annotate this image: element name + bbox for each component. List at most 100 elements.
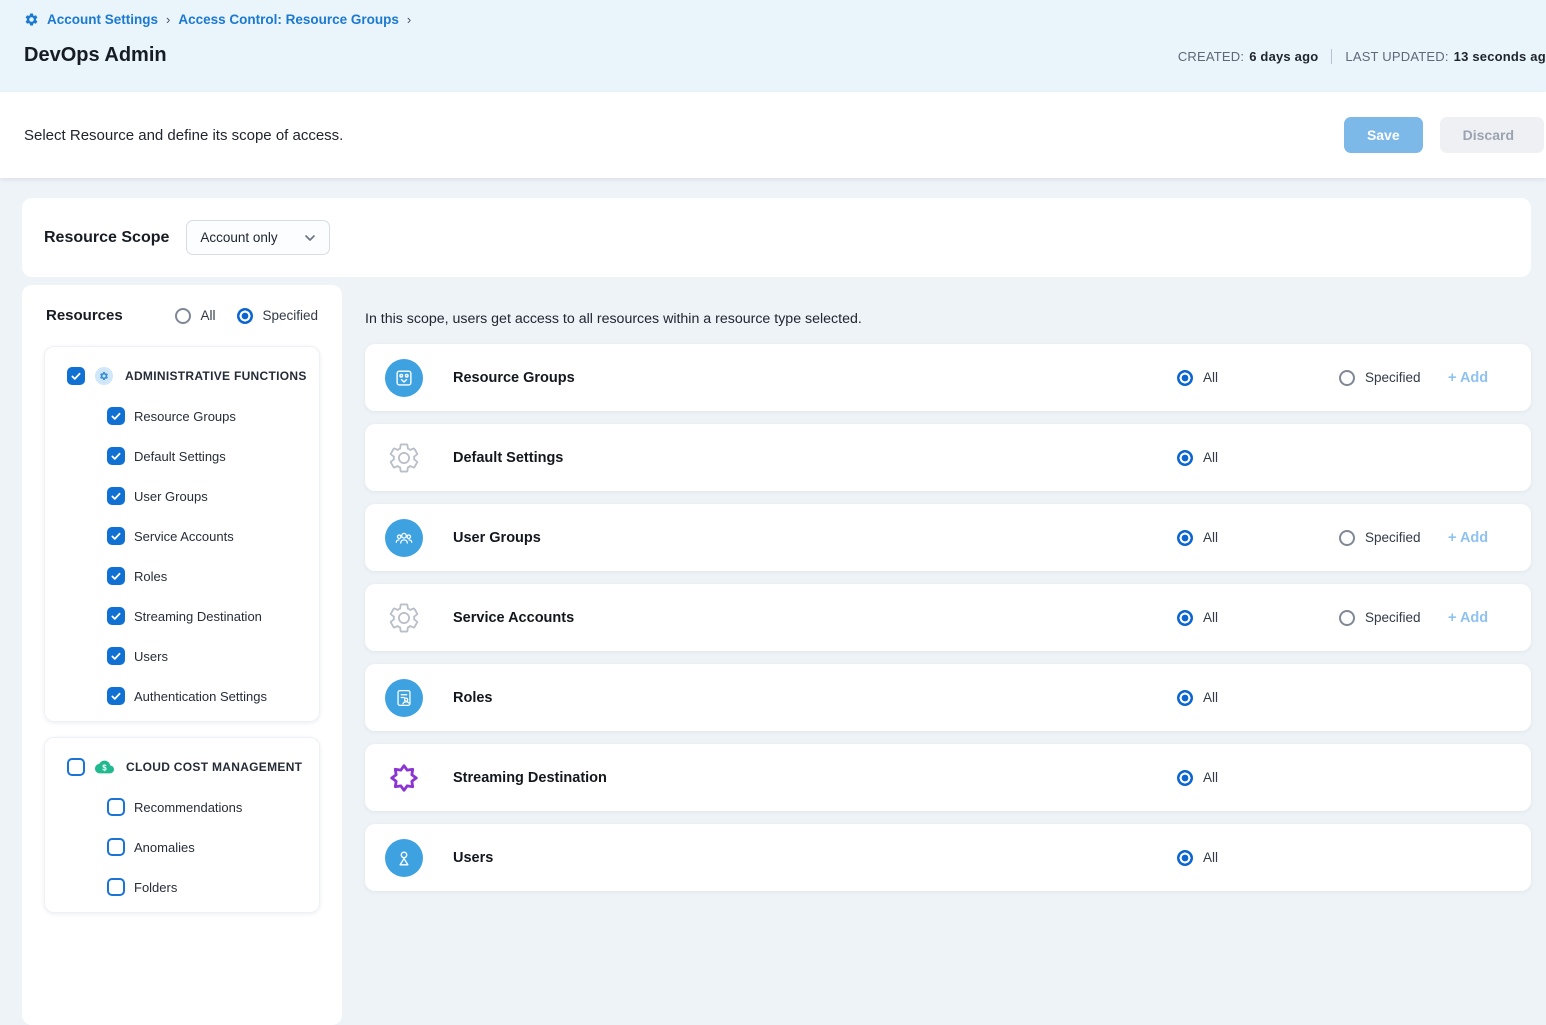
list-item: Default Settings bbox=[45, 447, 319, 465]
discard-button[interactable]: Discard bbox=[1440, 117, 1544, 153]
admin-gear-icon bbox=[95, 367, 113, 385]
group-label: CLOUD COST MANAGEMENT bbox=[126, 760, 302, 774]
chevron-down-icon bbox=[304, 232, 316, 244]
item-label[interactable]: Authentication Settings bbox=[134, 689, 267, 704]
radio-all-label[interactable]: All bbox=[200, 308, 215, 323]
item-checkbox[interactable] bbox=[107, 567, 125, 585]
breadcrumb: Account Settings › Access Control: Resou… bbox=[24, 12, 1522, 27]
resource-row-roles: Roles All bbox=[365, 664, 1531, 731]
radio-all[interactable] bbox=[1177, 690, 1193, 706]
item-checkbox[interactable] bbox=[107, 487, 125, 505]
radio-all[interactable] bbox=[1177, 850, 1193, 866]
item-label[interactable]: Anomalies bbox=[134, 840, 195, 855]
group-administrative-functions: ADMINISTRATIVE FUNCTIONS Resource Groups… bbox=[44, 346, 320, 722]
item-checkbox[interactable] bbox=[107, 407, 125, 425]
item-checkbox[interactable] bbox=[107, 878, 125, 896]
svg-text:$: $ bbox=[102, 764, 107, 773]
add-button[interactable]: + Add bbox=[1448, 530, 1488, 546]
list-item: User Groups bbox=[45, 487, 319, 505]
radio-all-label[interactable]: All bbox=[1203, 610, 1218, 625]
breadcrumb-separator: › bbox=[407, 12, 411, 27]
resources-radio-all[interactable]: All bbox=[175, 308, 215, 324]
group-cloud-cost-management: $ CLOUD COST MANAGEMENT Recommendations … bbox=[44, 737, 320, 913]
item-label[interactable]: Service Accounts bbox=[134, 529, 234, 544]
radio-all[interactable] bbox=[1177, 450, 1193, 466]
breadcrumb-separator: › bbox=[166, 12, 170, 27]
radio-all[interactable] bbox=[1177, 610, 1193, 626]
radio-specified-label[interactable]: Specified bbox=[1365, 530, 1421, 545]
resource-row-streaming-destination: Streaming Destination All bbox=[365, 744, 1531, 811]
streaming-destination-icon bbox=[385, 759, 423, 797]
scope-detail-panel: In this scope, users get access to all r… bbox=[365, 285, 1531, 904]
list-item: Anomalies bbox=[45, 838, 319, 856]
gear-icon bbox=[24, 12, 39, 27]
radio-specified[interactable] bbox=[1339, 370, 1355, 386]
radio-all-label[interactable]: All bbox=[1203, 530, 1218, 545]
toolbar: Select Resource and define its scope of … bbox=[0, 92, 1546, 178]
item-label[interactable]: Streaming Destination bbox=[134, 609, 262, 624]
resource-row-name: Resource Groups bbox=[453, 370, 575, 386]
item-checkbox[interactable] bbox=[107, 607, 125, 625]
resource-row-default-settings: Default Settings All bbox=[365, 424, 1531, 491]
radio-all-label[interactable]: All bbox=[1203, 850, 1218, 865]
page-title: DevOps Admin bbox=[24, 44, 167, 67]
radio-all-label[interactable]: All bbox=[1203, 370, 1218, 385]
created-label: CREATED: bbox=[1178, 49, 1244, 64]
user-icon bbox=[385, 839, 423, 877]
item-checkbox[interactable] bbox=[107, 838, 125, 856]
save-button[interactable]: Save bbox=[1344, 117, 1423, 153]
resource-row-name: Roles bbox=[453, 690, 493, 706]
list-item: Service Accounts bbox=[45, 527, 319, 545]
breadcrumb-link-access-control[interactable]: Access Control: Resource Groups bbox=[178, 12, 399, 27]
resources-radio-specified[interactable]: Specified bbox=[237, 308, 318, 324]
resource-scope-selected-value: Account only bbox=[200, 230, 277, 245]
item-label[interactable]: Roles bbox=[134, 569, 167, 584]
radio-all[interactable] bbox=[1177, 530, 1193, 546]
radio-specified-label[interactable]: Specified bbox=[1365, 370, 1421, 385]
group-label: ADMINISTRATIVE FUNCTIONS bbox=[125, 369, 307, 383]
item-label[interactable]: User Groups bbox=[134, 489, 208, 504]
list-item: Roles bbox=[45, 567, 319, 585]
group-checkbox[interactable] bbox=[67, 367, 85, 385]
breadcrumb-link-account-settings[interactable]: Account Settings bbox=[47, 12, 158, 27]
item-checkbox[interactable] bbox=[107, 527, 125, 545]
radio-specified[interactable] bbox=[1339, 530, 1355, 546]
radio-all[interactable] bbox=[1177, 370, 1193, 386]
radio-all[interactable] bbox=[1177, 770, 1193, 786]
radio-all-label[interactable]: All bbox=[1203, 690, 1218, 705]
item-label[interactable]: Recommendations bbox=[134, 800, 242, 815]
radio-specified[interactable] bbox=[237, 308, 253, 324]
item-checkbox[interactable] bbox=[107, 687, 125, 705]
item-checkbox[interactable] bbox=[107, 647, 125, 665]
user-groups-icon bbox=[385, 519, 423, 557]
resource-row-name: Streaming Destination bbox=[453, 770, 607, 786]
created-value: 6 days ago bbox=[1249, 49, 1318, 64]
item-label[interactable]: Users bbox=[134, 649, 168, 664]
item-checkbox[interactable] bbox=[107, 798, 125, 816]
group-checkbox[interactable] bbox=[67, 758, 85, 776]
item-label[interactable]: Folders bbox=[134, 880, 177, 895]
list-item: Folders bbox=[45, 878, 319, 896]
radio-all-label[interactable]: All bbox=[1203, 450, 1218, 465]
list-item: Users bbox=[45, 647, 319, 665]
add-button[interactable]: + Add bbox=[1448, 610, 1488, 626]
resources-panel: Resources All Specified ADMINISTRATIVE F… bbox=[22, 285, 342, 1025]
item-label[interactable]: Default Settings bbox=[134, 449, 226, 464]
resource-scope-select[interactable]: Account only bbox=[186, 220, 329, 255]
toolbar-description: Select Resource and define its scope of … bbox=[24, 127, 343, 144]
last-updated-label: LAST UPDATED: bbox=[1345, 49, 1448, 64]
gear-icon bbox=[385, 599, 423, 637]
resource-scope-label: Resource Scope bbox=[44, 229, 169, 247]
item-checkbox[interactable] bbox=[107, 447, 125, 465]
radio-all-label[interactable]: All bbox=[1203, 770, 1218, 785]
radio-specified[interactable] bbox=[1339, 610, 1355, 626]
resource-row-name: Service Accounts bbox=[453, 610, 574, 626]
radio-specified-label[interactable]: Specified bbox=[262, 308, 318, 323]
resource-groups-icon bbox=[385, 359, 423, 397]
radio-all[interactable] bbox=[175, 308, 191, 324]
item-label[interactable]: Resource Groups bbox=[134, 409, 236, 424]
add-button[interactable]: + Add bbox=[1448, 370, 1488, 386]
radio-specified-label[interactable]: Specified bbox=[1365, 610, 1421, 625]
resource-row-user-groups: User Groups All Specified + Add bbox=[365, 504, 1531, 571]
resources-title: Resources bbox=[46, 307, 123, 324]
